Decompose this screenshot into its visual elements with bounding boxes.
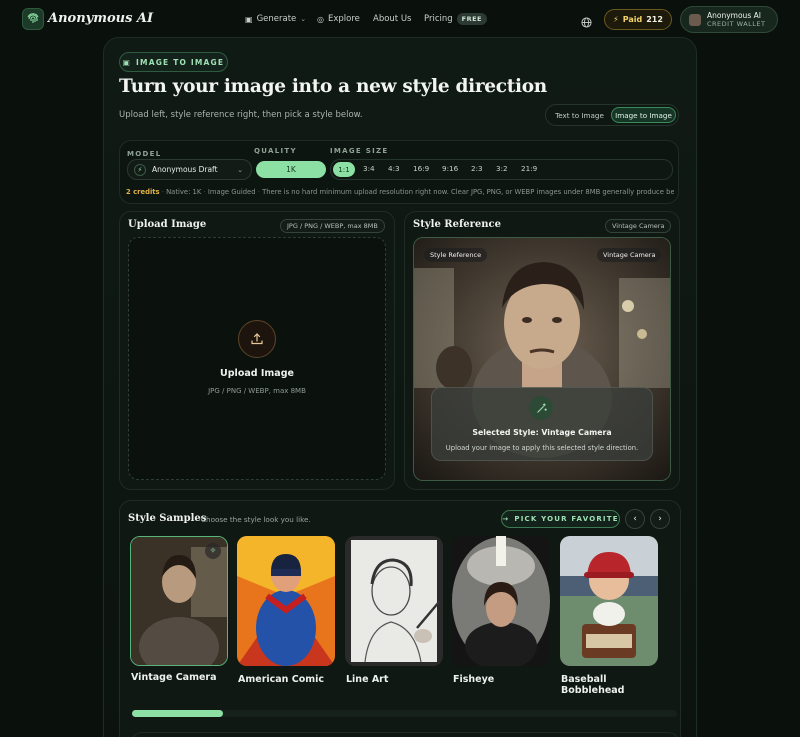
- sample-label: Fisheye: [453, 674, 495, 685]
- quality-1k-button[interactable]: 1K: [256, 161, 326, 178]
- style-samples-title: Style Samples: [128, 513, 207, 524]
- chevron-down-icon: ⌄: [237, 165, 243, 174]
- chevron-left-icon: ‹: [633, 514, 637, 524]
- chevron-right-icon: ›: [658, 514, 662, 524]
- wallet-sub: CREDIT WALLET: [707, 20, 766, 28]
- nav-pricing[interactable]: Pricing FREE: [424, 13, 487, 25]
- nav-pricing-label: Pricing: [424, 14, 453, 24]
- size-option[interactable]: 1:1: [333, 162, 355, 177]
- selected-sample-icon: ✧: [205, 543, 221, 559]
- generation-info: 2 credits · Native: 1K · Image Guided · …: [126, 188, 674, 196]
- size-option[interactable]: 2:3: [471, 164, 483, 173]
- sample-label: American Comic: [238, 674, 325, 685]
- fingerprint-logo-icon[interactable]: [22, 8, 44, 30]
- mode-switch: Text to Image Image to Image: [545, 104, 679, 126]
- next-section-card: [130, 732, 680, 737]
- style-sample-american-comic[interactable]: [237, 536, 335, 666]
- tab-text-to-image[interactable]: Text to Image: [548, 111, 611, 120]
- credits-cost: 2 credits: [126, 188, 160, 196]
- sample-label: Vintage Camera: [131, 672, 217, 683]
- samples-scrollbar[interactable]: [132, 710, 677, 717]
- nav-generate-label: Generate: [256, 14, 297, 24]
- mode-chip: ▣ IMAGE TO IMAGE: [119, 52, 228, 72]
- page-title: Turn your image into a new style directi…: [119, 76, 547, 97]
- upload-icon: [251, 333, 263, 345]
- nav-about[interactable]: About Us: [373, 14, 411, 24]
- size-option[interactable]: 3:4: [363, 164, 375, 173]
- arrow-right-icon: →: [502, 515, 510, 523]
- style-samples-subtitle: Choose the style look you like.: [201, 515, 311, 524]
- image-icon: ▣: [245, 14, 253, 24]
- selected-style-text: Selected Style: Vintage Camera: [472, 428, 612, 437]
- upload-cta[interactable]: Upload Image: [128, 368, 386, 379]
- image-size-label: IMAGE SIZE: [330, 147, 389, 155]
- sample-label: Baseball Bobblehead: [561, 674, 625, 696]
- tab-image-to-image[interactable]: Image to Image: [611, 107, 676, 123]
- size-option[interactable]: 4:3: [388, 164, 400, 173]
- upload-dropzone[interactable]: [128, 237, 386, 480]
- avatar: [689, 13, 701, 26]
- style-reference-title: Style Reference: [413, 219, 501, 230]
- compass-icon: ◎: [317, 14, 324, 24]
- pick-favorite-label: PICK YOUR FAVORITE: [514, 515, 619, 523]
- upload-note: There is no hard minimum upload resoluti…: [262, 188, 674, 196]
- model-value: Anonymous Draft: [152, 165, 218, 174]
- upload-title: Upload Image: [128, 219, 207, 230]
- paid-count: 212: [646, 15, 663, 24]
- page-subtitle: Upload left, style reference right, then…: [119, 110, 363, 120]
- image-icon: ▣: [122, 57, 132, 67]
- style-pill: Vintage Camera: [605, 219, 672, 233]
- paid-credits-pill[interactable]: ⚡ Paid 212: [604, 9, 672, 30]
- top-nav: Anonymous AI ▣ Generate ⌄ ◎ Explore Abou…: [0, 0, 800, 40]
- selected-style-hint: Upload your image to apply this selected…: [445, 444, 639, 452]
- upload-hint: JPG / PNG / WEBP, max 8MB: [208, 387, 306, 395]
- model-select[interactable]: ⚡ Anonymous Draft ⌄: [127, 159, 252, 180]
- scroll-right-button[interactable]: ›: [650, 509, 670, 529]
- size-option[interactable]: 9:16: [442, 164, 458, 173]
- globe-icon[interactable]: [581, 13, 592, 32]
- bolt-icon: ⚡: [613, 15, 619, 24]
- style-sample-fisheye[interactable]: [452, 536, 550, 666]
- mode-chip-label: IMAGE TO IMAGE: [136, 57, 225, 67]
- upload-button[interactable]: [238, 320, 276, 358]
- style-sample-baseball-bobblehead[interactable]: [560, 536, 658, 666]
- free-badge: FREE: [456, 13, 487, 25]
- scrollbar-thumb[interactable]: [132, 710, 223, 717]
- quality-label: QUALITY: [254, 147, 297, 155]
- photo-style-tag: Vintage Camera: [597, 248, 662, 262]
- model-label: MODEL: [127, 150, 162, 158]
- credit-wallet-button[interactable]: Anonymous AI CREDIT WALLET: [680, 6, 778, 33]
- formats-pill: JPG / PNG / WEBP, max 8MB: [280, 219, 385, 233]
- pick-favorite-button[interactable]: → PICK YOUR FAVORITE: [501, 510, 620, 528]
- image-size-selector: 1:1 3:4 4:3 16:9 9:16 2:3 3:2 21:9: [330, 159, 673, 180]
- guided-label: Image Guided: [207, 188, 256, 196]
- wallet-name: Anonymous AI: [707, 11, 761, 20]
- scroll-left-button[interactable]: ‹: [625, 509, 645, 529]
- size-option[interactable]: 3:2: [496, 164, 508, 173]
- nav-about-label: About Us: [373, 14, 412, 24]
- size-option[interactable]: 21:9: [521, 164, 537, 173]
- style-sample-line-art[interactable]: [345, 536, 443, 666]
- bolt-icon: ⚡: [134, 163, 146, 176]
- style-sample-vintage-camera[interactable]: ✧: [130, 536, 228, 666]
- paid-label: Paid: [622, 15, 643, 24]
- chevron-down-icon: ⌄: [300, 15, 307, 23]
- native-res: Native: 1K: [166, 188, 202, 196]
- nav-explore[interactable]: ◎ Explore: [317, 14, 360, 24]
- nav-generate[interactable]: ▣ Generate ⌄: [245, 14, 306, 24]
- brand-name[interactable]: Anonymous AI: [48, 11, 153, 26]
- magic-wand-icon: [529, 396, 553, 420]
- photo-tag: Style Reference: [424, 248, 488, 262]
- sample-label: Line Art: [346, 674, 389, 685]
- nav-explore-label: Explore: [327, 14, 360, 24]
- size-option[interactable]: 16:9: [413, 164, 429, 173]
